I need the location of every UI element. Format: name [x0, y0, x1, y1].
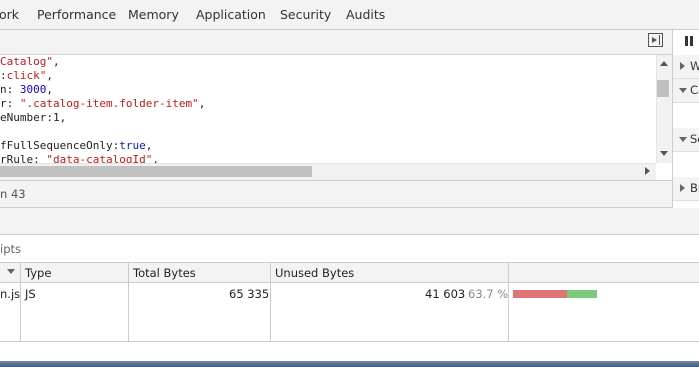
- column-header-total-bytes[interactable]: Total Bytes: [133, 266, 196, 280]
- tab-application[interactable]: Application: [196, 7, 266, 22]
- scroll-up-arrow-icon[interactable]: [660, 61, 668, 66]
- usage-bar-unused: [567, 290, 597, 298]
- code-line: Catalog",: [0, 55, 60, 68]
- editor-vertical-scrollbar[interactable]: [656, 55, 672, 163]
- tab-audits[interactable]: Audits: [346, 7, 385, 22]
- row-type: JS: [25, 287, 36, 301]
- sidebar-section-label: Ca: [690, 83, 699, 97]
- desktop-background: [0, 361, 699, 367]
- code-line: n: 3000,: [0, 83, 53, 96]
- source-editor[interactable]: Catalog",:click", n: 3000, r: ".catalog-it…: [0, 55, 656, 163]
- column-divider: [508, 262, 509, 342]
- devtools-tab-bar: ork Performance Memory Application Secur…: [0, 0, 699, 30]
- collapse-arrow-icon: [679, 88, 687, 93]
- coverage-header-text: ipts: [0, 242, 21, 256]
- editor-toolbar: [0, 30, 672, 55]
- sidebar-section-call-stack[interactable]: Ca: [673, 79, 699, 103]
- column-header-unused-bytes[interactable]: Unused Bytes: [275, 266, 354, 280]
- usage-bar-used: [513, 290, 567, 298]
- coverage-header: [0, 235, 699, 262]
- sort-arrow-icon[interactable]: [7, 269, 15, 274]
- code-line: :click",: [0, 69, 53, 82]
- row-unused-bytes: 41 603: [425, 287, 466, 301]
- tab-performance[interactable]: Performance: [37, 7, 116, 22]
- row-unused-percent: 63.7 %: [468, 287, 509, 301]
- editor-status-bar: [0, 180, 672, 208]
- sidebar-section-watch[interactable]: W: [673, 55, 699, 79]
- scroll-right-arrow-icon[interactable]: [645, 167, 650, 175]
- sidebar-section-label: Sc: [690, 132, 699, 146]
- column-header-type[interactable]: Type: [25, 266, 51, 280]
- scroll-down-arrow-icon[interactable]: [660, 151, 668, 156]
- collapse-arrow-icon: [679, 137, 687, 142]
- sidebar-section-label: W: [690, 59, 699, 73]
- table-empty-area: [0, 342, 699, 361]
- cursor-position-text: n 43: [0, 187, 26, 201]
- code-line: eNumber:1,: [0, 111, 67, 124]
- expand-arrow-icon: [680, 184, 685, 192]
- code-line: rRule: "data-catalogId",: [0, 153, 159, 163]
- pause-icon[interactable]: [685, 36, 693, 47]
- tab-security[interactable]: Security: [280, 7, 331, 22]
- code-line: r: ".catalog-item.folder-item",: [0, 97, 206, 110]
- vertical-scroll-thumb[interactable]: [657, 80, 669, 97]
- tab-network[interactable]: ork: [0, 7, 19, 22]
- drawer-toolbar: [0, 208, 699, 235]
- sidebar-section-breakpoints[interactable]: Br: [673, 177, 699, 201]
- code-line: fFullSequenceOnly:true,: [0, 139, 153, 152]
- horizontal-scroll-thumb[interactable]: [0, 166, 312, 177]
- column-divider: [270, 262, 271, 342]
- column-divider: [128, 262, 129, 342]
- tab-memory[interactable]: Memory: [128, 7, 179, 22]
- expand-arrow-icon: [680, 62, 685, 70]
- sidebar-section-scope[interactable]: Sc: [673, 128, 699, 152]
- sidebar-section-label: Br: [690, 181, 699, 195]
- column-divider: [20, 262, 21, 342]
- row-total-bytes: 65 335: [229, 287, 270, 301]
- row-url: n.js: [0, 287, 21, 301]
- toggle-debugger-panel-icon[interactable]: [648, 33, 663, 47]
